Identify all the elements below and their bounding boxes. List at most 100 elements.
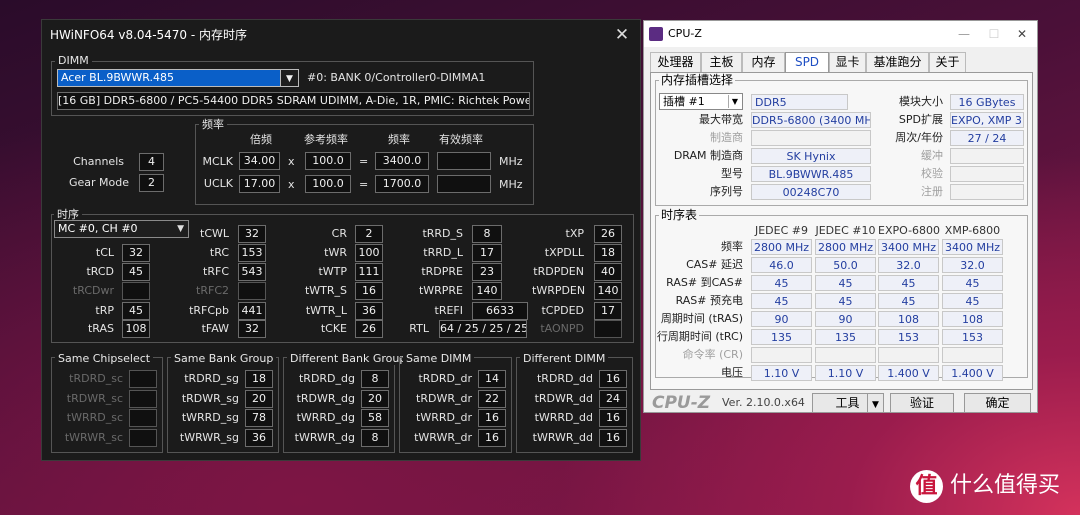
maximize-icon[interactable]: ☐ xyxy=(981,21,1007,47)
cpuz-title: CPU-Z xyxy=(668,27,702,40)
cr-value: 2 xyxy=(355,225,383,243)
timings-column-header: JEDEC #10 xyxy=(815,224,876,237)
reg-value xyxy=(950,184,1024,200)
timings-cell xyxy=(751,347,812,363)
timings-cell xyxy=(815,347,876,363)
cr-label: CR xyxy=(331,227,347,240)
timings-legend: 时序表 xyxy=(659,208,700,222)
timings-cell: 135 xyxy=(815,329,876,345)
timings-cell: 45 xyxy=(878,293,939,309)
rtl-label: RTL xyxy=(409,322,429,335)
freq-header-ref: 参考频率 xyxy=(304,133,348,146)
cpuz-tab[interactable]: 基准跑分 xyxy=(866,52,929,72)
timings-column-header: XMP-6800 xyxy=(944,224,1001,237)
close-icon[interactable]: ✕ xyxy=(1009,21,1035,47)
uclk-freq: 1700.0 xyxy=(375,175,429,193)
cpuz-tab[interactable]: 内存 xyxy=(742,52,785,72)
rank-timing-label: tRDRD_sc xyxy=(69,372,123,385)
cpuz-tab[interactable]: 处理器 xyxy=(650,52,701,72)
minimize-icon[interactable]: — xyxy=(951,21,977,47)
rank-timing-value xyxy=(129,370,157,388)
rank-timing-label: tRDWR_sg xyxy=(181,391,239,405)
dimm-select[interactable]: Acer BL.9BWWR.485 xyxy=(57,69,299,87)
mclk-label: MCLK xyxy=(202,155,233,168)
tcke-label: tCKE xyxy=(320,322,347,335)
rank-timing-label: tRDRD_dg xyxy=(298,372,355,385)
check-label: 校验 xyxy=(921,167,943,180)
tcwl-label: tCWL xyxy=(200,227,229,240)
rank-timing-value: 18 xyxy=(245,370,273,388)
close-icon[interactable]: ✕ xyxy=(612,20,632,51)
timings-cell: 45 xyxy=(751,275,812,291)
week-value: 27 / 24 xyxy=(950,130,1024,146)
tools-dropdown-button[interactable]: ▼ xyxy=(867,393,884,413)
timings-cell: 3400 MHz xyxy=(942,239,1003,255)
bw-value: DDR5-6800 (3400 MHz) xyxy=(751,112,871,128)
timings-cell: 90 xyxy=(751,311,812,327)
rank-timing-label: tWRWR_dd xyxy=(532,430,593,444)
timings-row-label: 电压 xyxy=(721,366,743,379)
rank-timing-value: 16 xyxy=(478,428,506,447)
timings-cell: 2800 MHz xyxy=(815,239,876,255)
timings-row-label: RAS# 预充电 xyxy=(675,294,743,307)
trrd-s-value: 8 xyxy=(472,225,502,243)
rtl-value: 64 / 25 / 25 / 25 xyxy=(439,320,527,338)
txp-value: 26 xyxy=(594,225,622,243)
twtr-s-label: tWTR_S xyxy=(304,284,347,297)
tcpded-label: tCPDED xyxy=(541,304,584,317)
mc-select[interactable]: MC #0, CH #0 ▼ xyxy=(54,220,189,238)
tools-label: 工具 xyxy=(835,396,860,410)
spd-ext-label: SPD扩展 xyxy=(898,113,943,126)
timings-row-label: 行周期时间 (tRC) xyxy=(656,330,743,343)
rank-timing-value: 58 xyxy=(361,409,389,427)
timings-cell: 1.400 V xyxy=(942,365,1003,381)
dimm-select-arrow[interactable]: ▼ xyxy=(280,69,299,87)
tcl-value: 32 xyxy=(122,244,150,262)
cpuz-tab[interactable]: 关于 xyxy=(929,52,966,72)
timings-row-label: CAS# 延迟 xyxy=(686,258,743,271)
tfaw-label: tFAW xyxy=(201,322,229,335)
twrpre-value: 140 xyxy=(472,282,502,300)
cpuz-tab[interactable]: SPD xyxy=(785,52,829,73)
rank-timing-label: tWRWR_dg xyxy=(294,430,355,444)
twtr-s-value: 16 xyxy=(355,282,383,300)
timings-cell: 153 xyxy=(942,329,1003,345)
rank-timing-value: 16 xyxy=(478,409,506,427)
twtp-label: tWTP xyxy=(318,265,347,278)
timings-cell: 45 xyxy=(815,293,876,309)
mfr-label: 制造商 xyxy=(710,131,743,144)
tras-label: tRAS xyxy=(87,322,114,335)
twr-label: tWR xyxy=(324,246,347,259)
gearmode-value: 2 xyxy=(139,174,164,192)
timings-row-label: 命令率 (CR) xyxy=(682,348,743,361)
timings-column-header: EXPO-6800 xyxy=(878,224,941,237)
txpdll-value: 18 xyxy=(594,244,622,262)
validate-label: 验证 xyxy=(909,396,934,410)
dimm-legend: DIMM xyxy=(55,54,92,67)
dram-label: DRAM 制造商 xyxy=(673,149,743,162)
rank-timing-value xyxy=(129,409,157,427)
cpuz-tab[interactable]: 主板 xyxy=(701,52,742,72)
rank-timing-value: 16 xyxy=(599,428,627,447)
cpuz-window: CPU-Z — ☐ ✕ 处理器 主板 内存 SPD 显卡 基准跑分 关于 内存插槽选择 插槽… xyxy=(643,20,1038,413)
rank-timing-value: 78 xyxy=(245,409,273,427)
cpuz-tab[interactable]: 显卡 xyxy=(829,52,866,72)
rank-timing-label: tWRWR_sg xyxy=(179,430,239,444)
dimm-slot-info: #0: BANK 0/Controller0-DIMMA1 xyxy=(307,71,486,84)
rank-timing-label: tWRRD_sg xyxy=(181,411,239,424)
ok-label: 确定 xyxy=(985,396,1010,410)
rank-timing-label: tWRRD_dg xyxy=(296,411,355,424)
mem-type: DDR5 xyxy=(751,94,848,110)
cpuz-app-icon xyxy=(649,27,663,41)
trp-value: 45 xyxy=(122,302,150,320)
uclk-x: x xyxy=(288,178,295,191)
ok-button[interactable]: 确定 xyxy=(964,393,1031,413)
timings-cell: 1.10 V xyxy=(815,365,876,381)
taonpd-label: tAONPD xyxy=(540,322,584,335)
rank-timing-value: 8 xyxy=(361,428,389,447)
slot-select[interactable]: 插槽 #1 ▼ xyxy=(659,93,743,110)
uclk-eq: = xyxy=(359,178,369,191)
trfcpb-label: tRFCpb xyxy=(189,304,229,317)
timings-row-label: 频率 xyxy=(721,240,743,253)
validate-button[interactable]: 验证 xyxy=(890,393,954,413)
